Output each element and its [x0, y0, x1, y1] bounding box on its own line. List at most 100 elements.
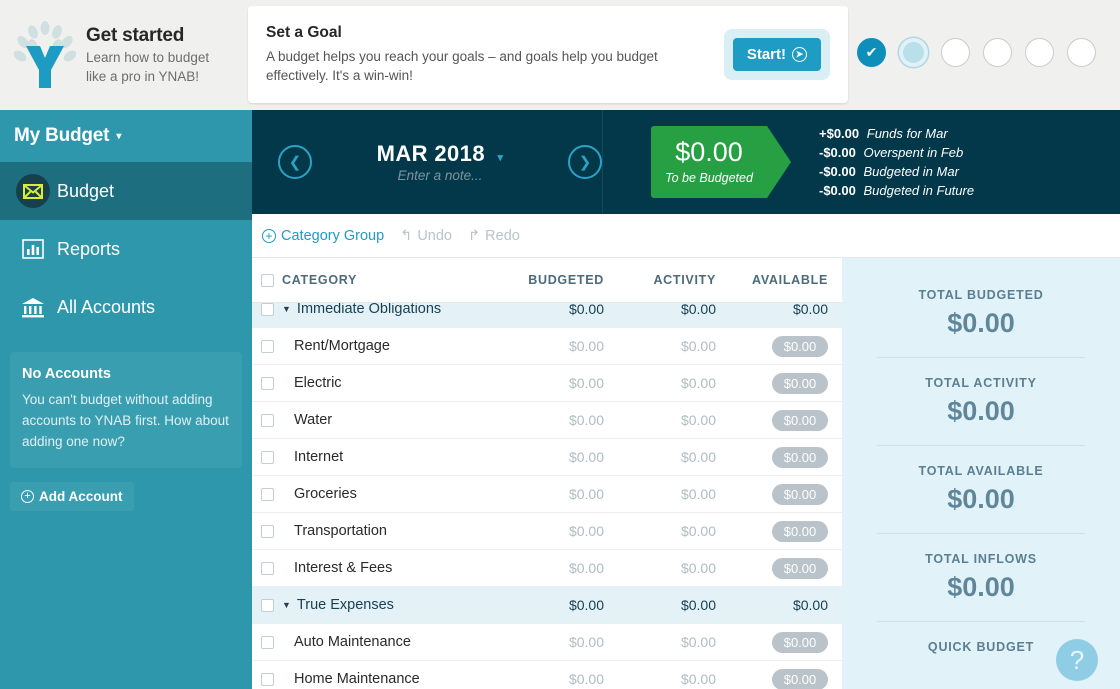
row-category: Groceries [282, 486, 506, 502]
table-row[interactable]: ▼ True Expenses $0.00 $0.00 $0.00 [252, 587, 842, 624]
chevron-right-circle-icon[interactable]: ❯ [568, 145, 602, 179]
add-category-group-button[interactable]: + Category Group [262, 228, 384, 244]
row-budgeted[interactable]: $0.00 [506, 301, 618, 317]
row-budgeted[interactable]: $0.00 [506, 671, 618, 687]
row-activity: $0.00 [680, 597, 716, 613]
envelope-badge [16, 174, 50, 208]
add-account-button[interactable]: + Add Account [10, 482, 134, 511]
get-started-text: Get started Learn how to budget like a p… [86, 25, 209, 85]
summary-block-total-budgeted: TOTAL BUDGETED $0.00 [842, 288, 1120, 339]
select-all-checkbox[interactable] [260, 273, 274, 287]
ynab-app: Get started Learn how to budget like a p… [0, 0, 1120, 689]
row-category: Rent/Mortgage [282, 338, 506, 354]
column-header-category: CATEGORY [282, 273, 358, 287]
current-month-dropdown[interactable]: MAR 2018 ▾ [318, 141, 562, 167]
row-checkbox-cell [252, 302, 282, 316]
budget-name-dropdown[interactable]: My Budget ▾ [0, 110, 252, 162]
chevron-left-circle-icon[interactable]: ❮ [278, 145, 312, 179]
chevron-down-icon[interactable]: ▼ [282, 600, 291, 610]
row-checkbox-cell [252, 487, 282, 501]
to-be-budgeted-wrap: $0.00 To be Budgeted [651, 126, 791, 198]
sidebar-item-budget[interactable]: Budget [0, 162, 252, 220]
row-checkbox-cell [252, 561, 282, 575]
sidebar-item-reports[interactable]: Reports [0, 220, 252, 278]
row-checkbox[interactable] [260, 672, 274, 686]
undo-label: Undo [417, 227, 452, 244]
progress-dot-6[interactable] [1067, 38, 1096, 67]
table-row[interactable]: Auto Maintenance $0.00 $0.00 $0.00 [252, 624, 842, 661]
row-checkbox[interactable] [260, 561, 274, 575]
row-category-label: Internet [294, 449, 344, 465]
table-row[interactable]: Transportation $0.00 $0.00 $0.00 [252, 513, 842, 550]
row-checkbox[interactable] [260, 598, 274, 612]
undo-button[interactable]: ↰ Undo [400, 228, 452, 244]
question-mark-icon: ? [1069, 644, 1085, 675]
row-budgeted[interactable]: $0.00 [506, 412, 618, 428]
row-category: Transportation [282, 523, 506, 539]
row-budgeted[interactable]: $0.00 [506, 560, 618, 576]
row-checkbox[interactable] [260, 487, 274, 501]
row-checkbox[interactable] [260, 524, 274, 538]
table-row[interactable]: Internet $0.00 $0.00 $0.00 [252, 439, 842, 476]
set-a-goal-card: Set a Goal A budget helps you reach your… [248, 6, 848, 103]
row-checkbox-cell [252, 635, 282, 649]
row-category: Water [282, 412, 506, 428]
table-row[interactable]: Rent/Mortgage $0.00 $0.00 $0.00 [252, 328, 842, 365]
row-activity: $0.00 [680, 671, 716, 687]
no-accounts-panel: No Accounts You can't budget without add… [10, 352, 242, 468]
row-budgeted[interactable]: $0.00 [506, 523, 618, 539]
row-checkbox[interactable] [260, 635, 274, 649]
row-budgeted[interactable]: $0.00 [506, 338, 618, 354]
goal-card-title: Set a Goal [266, 24, 342, 41]
ynab-logo-icon [13, 20, 77, 90]
to-be-budgeted-pill[interactable]: $0.00 To be Budgeted [651, 126, 791, 198]
row-checkbox[interactable] [260, 376, 274, 390]
row-checkbox[interactable] [260, 450, 274, 464]
progress-dot-2[interactable] [899, 38, 928, 67]
onboarding-bar: Get started Learn how to budget like a p… [0, 0, 1120, 110]
help-button[interactable]: ? [1056, 639, 1098, 681]
row-checkbox[interactable] [260, 302, 274, 316]
row-activity: $0.00 [680, 412, 716, 428]
table-row[interactable]: Water $0.00 $0.00 $0.00 [252, 402, 842, 439]
row-checkbox-cell [252, 376, 282, 390]
sidebar-item-all-accounts[interactable]: All Accounts [0, 278, 252, 336]
envelope-icon-wrap [14, 174, 52, 208]
table-row[interactable]: Electric $0.00 $0.00 $0.00 [252, 365, 842, 402]
add-category-group-label: Category Group [281, 227, 385, 244]
month-note-input[interactable]: Enter a note... [318, 168, 562, 183]
row-budgeted[interactable]: $0.00 [506, 375, 618, 391]
goal-card-description: A budget helps you reach your goals – an… [266, 49, 658, 83]
to-be-budgeted-label: To be Budgeted [665, 171, 753, 185]
redo-button[interactable]: ↱ Redo [468, 228, 520, 244]
progress-dot-4[interactable] [983, 38, 1012, 67]
row-activity: $0.00 [680, 338, 716, 354]
summary-divider [877, 445, 1085, 446]
progress-dot-3[interactable] [941, 38, 970, 67]
row-checkbox[interactable] [260, 339, 274, 353]
breakdown-row: -$0.00 Overspent in Feb [819, 143, 974, 162]
to-be-budgeted-amount: $0.00 [675, 137, 743, 167]
breakdown-label: Budgeted in Future [863, 183, 975, 198]
summary-block-total-activity: TOTAL ACTIVITY $0.00 [842, 376, 1120, 427]
row-budgeted[interactable]: $0.00 [506, 486, 618, 502]
table-row[interactable]: Home Maintenance $0.00 $0.00 $0.00 [252, 661, 842, 689]
progress-dot-5[interactable] [1025, 38, 1054, 67]
row-category-label: Electric [294, 375, 342, 391]
summary-block-total-available: TOTAL AVAILABLE $0.00 [842, 464, 1120, 515]
table-row[interactable]: Interest & Fees $0.00 $0.00 $0.00 [252, 550, 842, 587]
row-budgeted[interactable]: $0.00 [506, 449, 618, 465]
breakdown-row: -$0.00 Budgeted in Mar [819, 162, 974, 181]
row-budgeted[interactable]: $0.00 [506, 597, 618, 613]
table-row[interactable]: Groceries $0.00 $0.00 $0.00 [252, 476, 842, 513]
budget-name-label: My Budget [14, 125, 110, 146]
row-available-badge: $0.00 [772, 372, 828, 394]
summary-value: $0.00 [947, 396, 1015, 426]
row-checkbox[interactable] [260, 413, 274, 427]
progress-dot-1[interactable]: ✔ [857, 38, 886, 67]
row-budgeted[interactable]: $0.00 [506, 634, 618, 650]
chevron-down-icon[interactable]: ▼ [282, 304, 291, 314]
no-accounts-title: No Accounts [22, 366, 111, 382]
row-category-label: Groceries [294, 486, 357, 502]
start-button[interactable]: Start! ➤ [732, 38, 821, 71]
